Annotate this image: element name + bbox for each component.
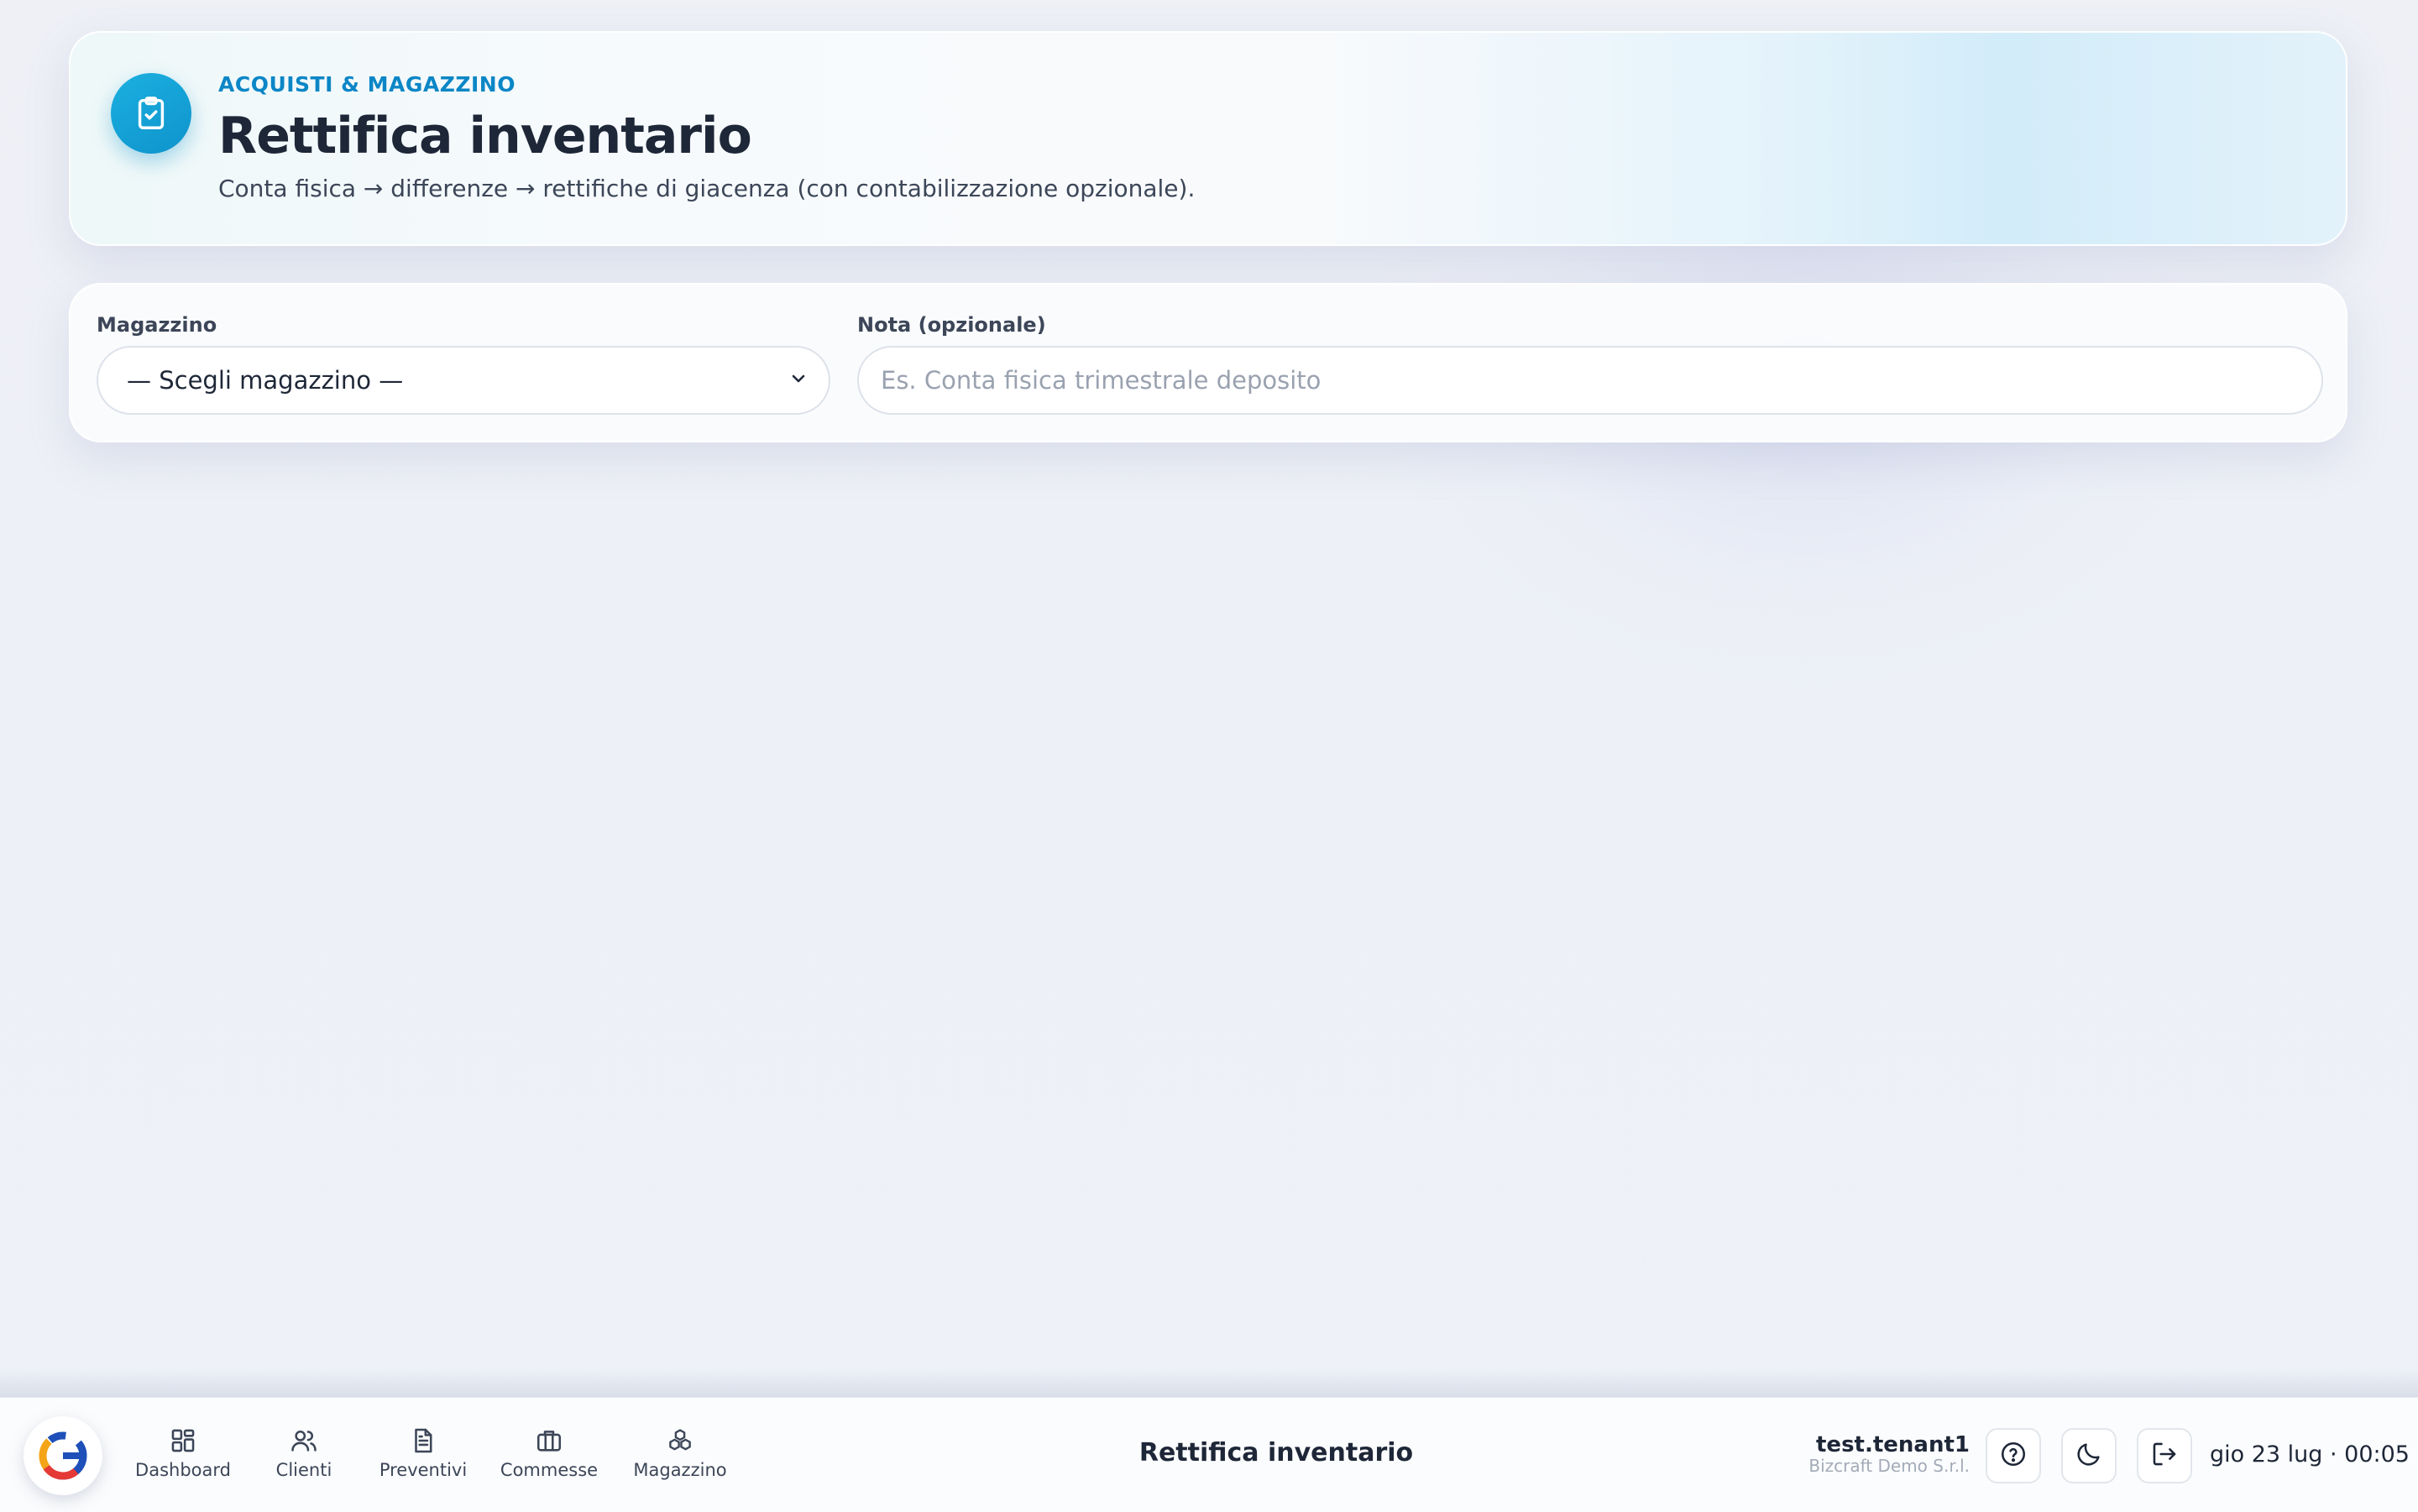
nav-label: Commesse bbox=[500, 1460, 599, 1480]
document-icon bbox=[407, 1425, 439, 1457]
page-title: Rettifica inventario bbox=[218, 107, 752, 165]
nav-label: Clienti bbox=[275, 1460, 332, 1480]
clipboard-check-icon bbox=[111, 73, 191, 154]
logout-icon bbox=[2150, 1440, 2179, 1472]
page-subtitle: Conta fisica → differenze → rettifiche d… bbox=[218, 175, 1196, 202]
warehouse-label: Magazzino bbox=[97, 313, 217, 337]
nav-item-dashboard[interactable]: Dashboard bbox=[135, 1425, 231, 1488]
help-button[interactable] bbox=[1986, 1428, 2041, 1483]
warehouse-select-value: — Scegli magazzino — bbox=[127, 366, 404, 395]
bottom-navigation-bar: Dashboard Clienti Preventivi Commesse Ma… bbox=[0, 1397, 2418, 1512]
note-input[interactable] bbox=[857, 346, 2323, 415]
nav-item-commesse[interactable]: Commesse bbox=[500, 1425, 599, 1488]
warehouse-select[interactable]: — Scegli magazzino — bbox=[97, 346, 830, 415]
current-page-title: Rettifica inventario bbox=[1138, 1438, 1414, 1468]
moon-icon bbox=[2075, 1440, 2103, 1472]
briefcase-icon bbox=[533, 1425, 565, 1457]
dashboard-grid-icon bbox=[167, 1425, 199, 1457]
chevron-down-icon bbox=[788, 369, 809, 392]
nav-item-preventivi[interactable]: Preventivi bbox=[379, 1425, 467, 1488]
users-icon bbox=[288, 1425, 320, 1457]
logout-button[interactable] bbox=[2137, 1428, 2192, 1483]
nav-item-clienti[interactable]: Clienti bbox=[270, 1425, 338, 1488]
section-eyebrow: ACQUISTI & MAGAZZINO bbox=[218, 72, 516, 97]
app-logo-icon bbox=[39, 1431, 87, 1480]
help-icon bbox=[1999, 1440, 2028, 1472]
boxes-icon bbox=[664, 1425, 696, 1457]
theme-toggle-button[interactable] bbox=[2061, 1428, 2117, 1483]
user-info: test.tenant1 Bizcraft Demo S.r.l. bbox=[1808, 1433, 1970, 1475]
page-header-card: ACQUISTI & MAGAZZINO Rettifica inventari… bbox=[69, 31, 2347, 246]
nav-label: Dashboard bbox=[135, 1460, 231, 1480]
bottom-bar-shadow bbox=[0, 1368, 2418, 1397]
nav-item-magazzino[interactable]: Magazzino bbox=[631, 1425, 729, 1488]
datetime-display: gio 23 lug · 00:05 bbox=[2210, 1441, 2410, 1468]
nav-label: Preventivi bbox=[379, 1460, 468, 1480]
app-logo[interactable] bbox=[24, 1416, 102, 1495]
user-name: test.tenant1 bbox=[1816, 1432, 1970, 1457]
note-label: Nota (opzionale) bbox=[857, 313, 1046, 337]
inventory-form-card: Magazzino — Scegli magazzino — Nota (opz… bbox=[69, 283, 2347, 442]
nav-label: Magazzino bbox=[633, 1460, 727, 1480]
user-company: Bizcraft Demo S.r.l. bbox=[1808, 1456, 1970, 1476]
header-text: ACQUISTI & MAGAZZINO Rettifica inventari… bbox=[218, 71, 1195, 204]
